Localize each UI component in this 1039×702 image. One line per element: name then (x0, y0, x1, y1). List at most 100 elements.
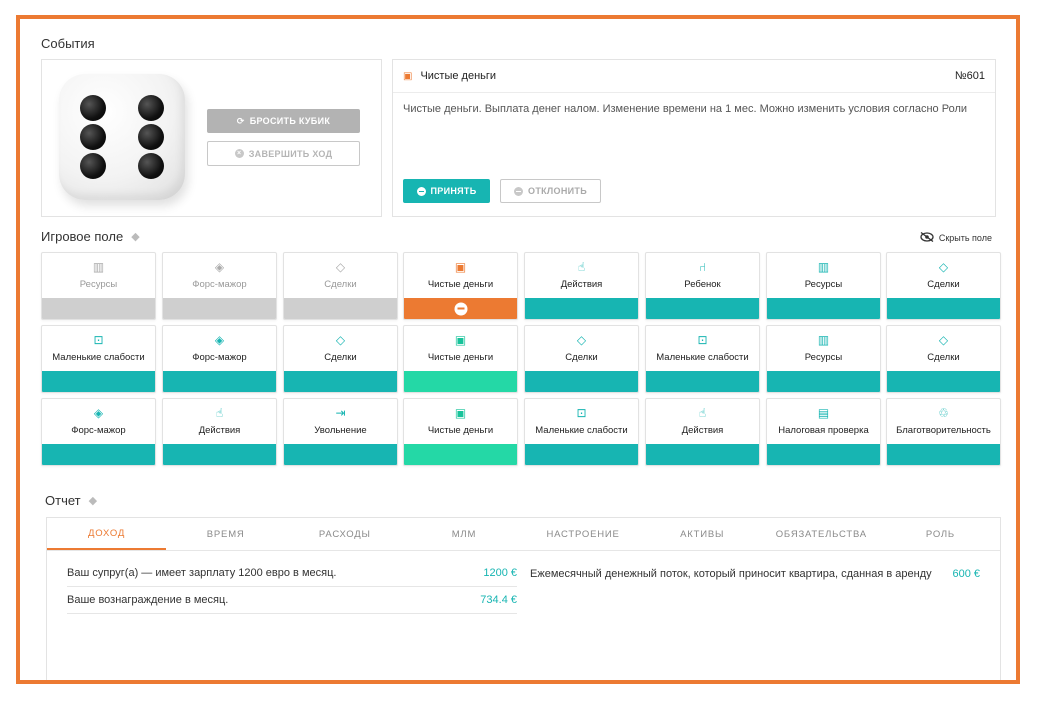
board-cell-bar (887, 444, 1000, 465)
board-cell[interactable]: ☝ Действия (524, 252, 639, 320)
board-cell[interactable]: ◇ Сделки (283, 325, 398, 393)
board-cell[interactable]: ♲ Благотворительность (886, 398, 1001, 466)
money-icon: ▣ (454, 333, 467, 347)
board-cell-bar (646, 444, 759, 465)
tab-assets[interactable]: АКТИВЫ (643, 518, 762, 550)
board-cell[interactable]: ◈ Форс-мажор (162, 252, 277, 320)
dice-pip (80, 95, 106, 121)
accept-label: ПРИНЯТЬ (430, 186, 477, 196)
income-row-label: Ваш супруг(а) — имеет зарплату 1200 евро… (67, 567, 337, 579)
decline-button[interactable]: ОТКЛОНИТЬ (500, 179, 601, 203)
board-cell-label: Сделки (927, 279, 960, 290)
tag-icon: ◇ (335, 260, 346, 274)
board-cell[interactable]: ▣ Чистые деньги (403, 252, 518, 320)
board-cell[interactable]: ◈ Форс-мажор (162, 325, 277, 393)
board-cell-bar (767, 444, 880, 465)
board-cell-bar (42, 444, 155, 465)
income-row: Ежемесячный денежный поток, который прин… (530, 560, 980, 587)
app-frame: События ⟳ БРОСИТЬ КУБИК × ЗАВЕРШИТЬ ХОД … (16, 15, 1020, 684)
board-cell[interactable]: ☝ Действия (645, 398, 760, 466)
board-cell-label: Действия (681, 425, 724, 436)
report-panel: ДОХОД ВРЕМЯ РАСХОДЫ МЛМ НАСТРОЕНИЕ АКТИВ… (46, 517, 1001, 680)
board-cell[interactable]: ◈ Форс-мажор (41, 398, 156, 466)
board-cell-label: Действия (560, 279, 603, 290)
roll-dice-button[interactable]: ⟳ БРОСИТЬ КУБИК (207, 109, 360, 133)
dice-pip (138, 153, 164, 179)
tag-icon: ◇ (335, 333, 346, 347)
minus-circle-icon (416, 186, 426, 196)
board-cell[interactable]: ⊡ Маленькие слабости (645, 325, 760, 393)
hide-board-toggle[interactable]: Скрыть поле (920, 231, 992, 244)
tab-time[interactable]: ВРЕМЯ (166, 518, 285, 550)
board-cell[interactable]: ☝ Действия (162, 398, 277, 466)
board-cell-bar (42, 371, 155, 392)
income-row-label: Ваше вознаграждение в месяц. (67, 594, 229, 606)
dice-pip (80, 153, 106, 179)
board-cell[interactable]: ⊡ Маленькие слабости (41, 325, 156, 393)
board-cell[interactable]: ▣ Чистые деньги (403, 325, 518, 393)
board-cell-bar (404, 444, 517, 465)
income-row: Ваше вознаграждение в месяц. 734.4 € (67, 587, 517, 614)
finish-turn-label: ЗАВЕРШИТЬ ХОД (248, 148, 333, 159)
board-cell-bar (767, 371, 880, 392)
board-cell[interactable]: ⑁ Ребенок (645, 252, 760, 320)
event-card: ▣ Чистые деньги №601 Чистые деньги. Выпл… (392, 59, 996, 217)
board-cell[interactable]: ▥ Ресурсы (41, 252, 156, 320)
finish-turn-button[interactable]: × ЗАВЕРШИТЬ ХОД (207, 141, 360, 166)
tab-role[interactable]: РОЛЬ (881, 518, 1000, 550)
board-cell[interactable]: ▤ Налоговая проверка (766, 398, 881, 466)
board-cell[interactable]: ▣ Чистые деньги (403, 398, 518, 466)
board-cell[interactable]: ◇ Сделки (886, 325, 1001, 393)
tab-mlm[interactable]: МЛМ (404, 518, 523, 550)
chair-icon: ⑁ (698, 260, 707, 274)
building-icon: ▥ (92, 260, 105, 274)
board-cell[interactable]: ⊡ Маленькие слабости (524, 398, 639, 466)
board-cell[interactable]: ◇ Сделки (886, 252, 1001, 320)
dice-pip (138, 95, 164, 121)
report-title-wrap: Отчет ◆ (45, 493, 97, 508)
events-title: События (41, 36, 95, 51)
tab-mood[interactable]: НАСТРОЕНИЕ (524, 518, 643, 550)
board-cell[interactable]: ▥ Ресурсы (766, 252, 881, 320)
charity-icon: ♲ (938, 406, 949, 420)
board-cell-label: Налоговая проверка (778, 425, 869, 436)
accept-button[interactable]: ПРИНЯТЬ (403, 179, 490, 203)
board-cell-label: Форс-мажор (71, 425, 126, 436)
board-cell-bar (163, 444, 276, 465)
board-cell-label: Сделки (324, 279, 357, 290)
board-cell-bar (404, 371, 517, 392)
board-cell[interactable]: ◇ Сделки (283, 252, 398, 320)
gamepad-icon: ⊡ (93, 333, 104, 347)
board-cell-label: Форс-мажор (192, 352, 247, 363)
roll-dice-label: БРОСИТЬ КУБИК (249, 116, 331, 126)
board-cell-label: Ресурсы (804, 279, 843, 290)
graduation-cap-icon: ◆ (131, 231, 140, 243)
board-cell-label: Чистые деньги (427, 279, 494, 290)
dice[interactable] (59, 74, 185, 200)
board-cell[interactable]: ⇥ Увольнение (283, 398, 398, 466)
tab-income[interactable]: ДОХОД (47, 518, 167, 550)
eye-off-icon (920, 231, 934, 244)
tab-expenses[interactable]: РАСХОДЫ (285, 518, 404, 550)
dice-panel: ⟳ БРОСИТЬ КУБИК × ЗАВЕРШИТЬ ХОД (41, 59, 382, 217)
board-cell-bar (646, 298, 759, 319)
gamepad-icon: ⊡ (697, 333, 708, 347)
close-circle-icon: × (234, 149, 244, 158)
board-cell-label: Увольнение (314, 425, 367, 436)
board-cell-label: Сделки (565, 352, 598, 363)
board-cell-label: Ресурсы (79, 279, 118, 290)
board-cell-label: Ресурсы (804, 352, 843, 363)
board-cell-bar (525, 444, 638, 465)
board-cell-label: Чистые деньги (427, 425, 494, 436)
board-cell[interactable]: ◇ Сделки (524, 325, 639, 393)
board-cell-bar (767, 298, 880, 319)
board-cell-label: Ребенок (684, 279, 721, 290)
board-cell[interactable]: ▥ Ресурсы (766, 325, 881, 393)
hide-board-label: Скрыть поле (938, 233, 992, 243)
refresh-icon: ⟳ (236, 115, 245, 126)
tab-liabilities[interactable]: ОБЯЗАТЕЛЬСТВА (762, 518, 881, 550)
board-cell-label: Благотворительность (896, 425, 991, 436)
tag-icon: ◇ (938, 333, 949, 347)
board-cell-label: Маленькие слабости (656, 352, 749, 363)
income-row-value: 734.4 € (480, 594, 517, 606)
